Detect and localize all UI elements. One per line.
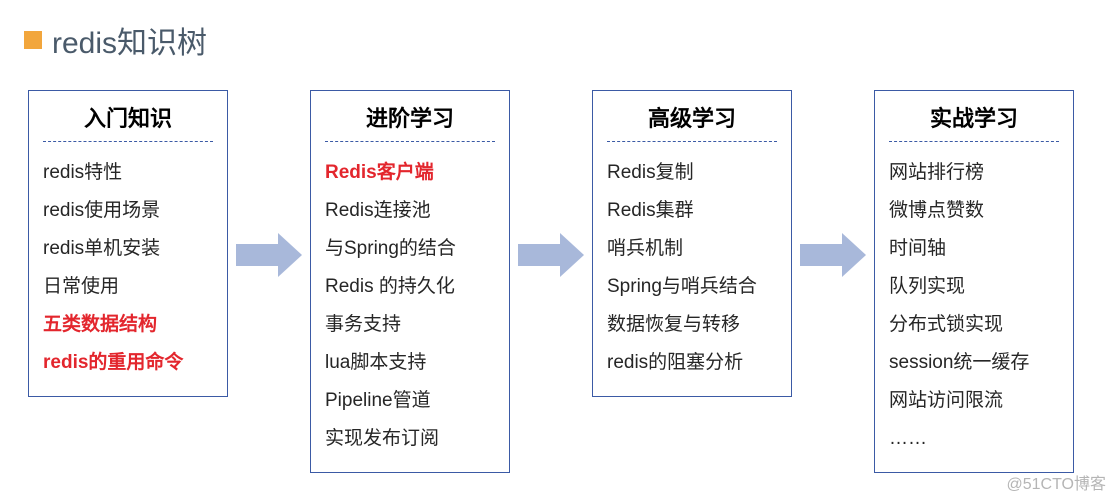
arrow-right-icon <box>236 233 302 277</box>
list-item: 五类数据结构 <box>43 306 213 344</box>
list-item: 分布式锁实现 <box>889 306 1059 344</box>
list-item: lua脚本支持 <box>325 344 495 382</box>
list-item: redis使用场景 <box>43 192 213 230</box>
watermark: @51CTO博客 <box>1006 470 1106 494</box>
list-item: Spring与哨兵结合 <box>607 268 777 306</box>
card-list: Redis客户端Redis连接池与Spring的结合Redis 的持久化事务支持… <box>325 154 495 458</box>
card-advanced: 高级学习 Redis复制Redis集群哨兵机制Spring与哨兵结合数据恢复与转… <box>592 90 792 397</box>
arrow-right-icon <box>800 233 866 277</box>
list-item: 哨兵机制 <box>607 230 777 268</box>
card-heading: 高级学习 <box>607 101 777 142</box>
card-practice: 实战学习 网站排行榜微博点赞数时间轴队列实现分布式锁实现session统一缓存网… <box>874 90 1074 473</box>
list-item: Redis复制 <box>607 154 777 192</box>
card-list: redis特性redis使用场景redis单机安装日常使用五类数据结构redis… <box>43 154 213 382</box>
list-item: …… <box>889 420 1059 458</box>
list-item: Redis 的持久化 <box>325 268 495 306</box>
arrow-right-icon <box>518 233 584 277</box>
title-bullet-icon <box>24 31 42 49</box>
list-item: redis单机安装 <box>43 230 213 268</box>
flow-container: 入门知识 redis特性redis使用场景redis单机安装日常使用五类数据结构… <box>24 90 1096 473</box>
title-row: redis知识树 <box>24 18 1096 62</box>
list-item: redis的阻塞分析 <box>607 344 777 382</box>
arrow-2 <box>518 90 584 420</box>
list-item: 实现发布订阅 <box>325 420 495 458</box>
card-heading: 入门知识 <box>43 101 213 142</box>
list-item: Redis集群 <box>607 192 777 230</box>
list-item: redis特性 <box>43 154 213 192</box>
list-item: 与Spring的结合 <box>325 230 495 268</box>
list-item: Redis连接池 <box>325 192 495 230</box>
list-item: 时间轴 <box>889 230 1059 268</box>
list-item: 微博点赞数 <box>889 192 1059 230</box>
list-item: 网站访问限流 <box>889 382 1059 420</box>
card-intermediate: 进阶学习 Redis客户端Redis连接池与Spring的结合Redis 的持久… <box>310 90 510 473</box>
card-heading: 实战学习 <box>889 101 1059 142</box>
list-item: 日常使用 <box>43 268 213 306</box>
page-title: redis知识树 <box>52 18 207 62</box>
list-item: 网站排行榜 <box>889 154 1059 192</box>
list-item: 数据恢复与转移 <box>607 306 777 344</box>
list-item: redis的重用命令 <box>43 344 213 382</box>
card-list: Redis复制Redis集群哨兵机制Spring与哨兵结合数据恢复与转移redi… <box>607 154 777 382</box>
list-item: 队列实现 <box>889 268 1059 306</box>
arrow-1 <box>236 90 302 420</box>
card-list: 网站排行榜微博点赞数时间轴队列实现分布式锁实现session统一缓存网站访问限流… <box>889 154 1059 458</box>
arrow-3 <box>800 90 866 420</box>
list-item: Redis客户端 <box>325 154 495 192</box>
card-heading: 进阶学习 <box>325 101 495 142</box>
card-beginner: 入门知识 redis特性redis使用场景redis单机安装日常使用五类数据结构… <box>28 90 228 397</box>
list-item: 事务支持 <box>325 306 495 344</box>
list-item: session统一缓存 <box>889 344 1059 382</box>
list-item: Pipeline管道 <box>325 382 495 420</box>
